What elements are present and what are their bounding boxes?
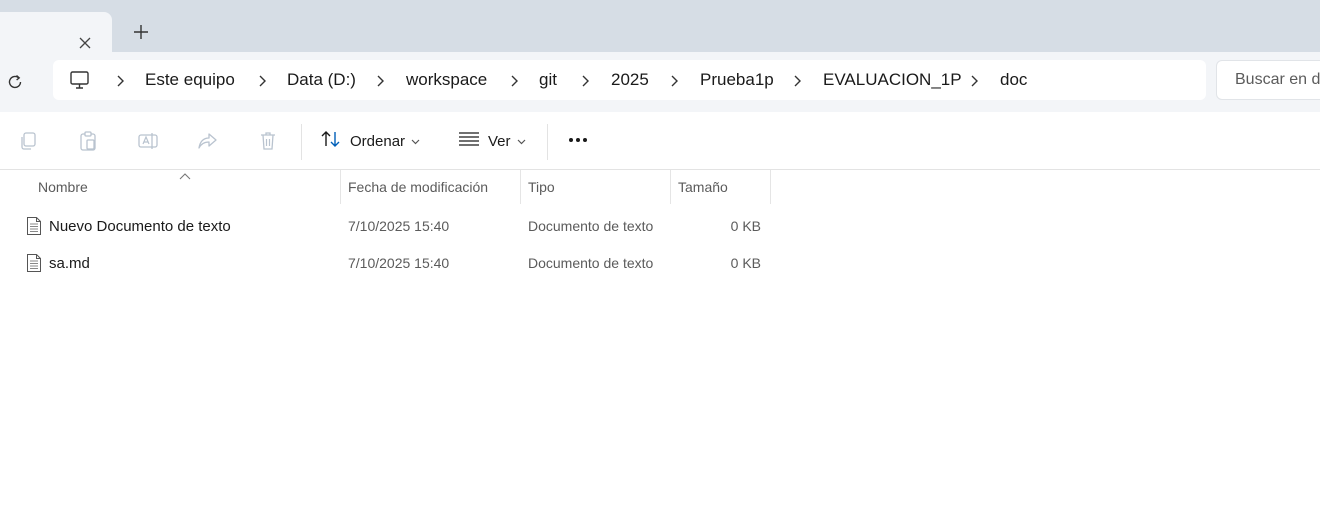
view-button[interactable]: Ver: [458, 128, 526, 154]
sort-button-label: Ordenar: [350, 132, 406, 150]
address-bar[interactable]: Este equipo Data (D:) workspace git 2025…: [53, 60, 1206, 100]
text-file-icon: [26, 216, 42, 236]
file-type: Documento de texto: [528, 255, 654, 271]
chevron-right-icon[interactable]: [969, 74, 979, 87]
chevron-right-icon[interactable]: [580, 74, 590, 87]
file-size: 0 KB: [730, 218, 761, 234]
chevron-right-icon[interactable]: [115, 74, 125, 87]
file-modified: 7/10/2025 15:40: [348, 255, 450, 271]
chevron-right-icon[interactable]: [375, 74, 385, 87]
chevron-right-icon[interactable]: [669, 74, 679, 87]
column-divider[interactable]: [340, 170, 341, 204]
column-header-size[interactable]: Tamaño: [678, 170, 728, 204]
rename-icon[interactable]: [137, 130, 159, 152]
plus-icon[interactable]: [130, 22, 152, 42]
breadcrumb-item[interactable]: git: [539, 70, 557, 90]
file-list-empty-area[interactable]: [0, 290, 1320, 513]
file-name[interactable]: Nuevo Documento de texto: [49, 208, 231, 245]
sort-ascending-icon: [179, 168, 191, 180]
file-name[interactable]: sa.md: [49, 245, 90, 282]
address-row: Este equipo Data (D:) workspace git 2025…: [0, 52, 1320, 112]
tab-active[interactable]: [0, 12, 112, 52]
breadcrumb-item[interactable]: Data (D:): [287, 70, 356, 90]
column-header-type[interactable]: Tipo: [528, 170, 555, 204]
chevron-down-icon: [411, 132, 420, 150]
column-divider[interactable]: [670, 170, 671, 204]
view-button-label: Ver: [488, 132, 511, 150]
file-type: Documento de texto: [528, 218, 654, 234]
tab-strip: [0, 0, 1320, 52]
breadcrumb-item-current[interactable]: doc: [1000, 70, 1027, 90]
breadcrumb-item[interactable]: workspace: [406, 70, 487, 90]
column-divider[interactable]: [770, 170, 771, 204]
column-header-name[interactable]: Nombre: [38, 170, 88, 204]
search-box[interactable]: [1216, 60, 1320, 100]
search-input[interactable]: [1217, 61, 1320, 99]
file-modified: 7/10/2025 15:40: [348, 218, 450, 234]
sort-button[interactable]: Ordenar: [320, 128, 420, 154]
column-header-modified[interactable]: Fecha de modificación: [348, 170, 488, 204]
file-size: 0 KB: [730, 255, 761, 271]
more-icon[interactable]: [566, 132, 590, 148]
breadcrumb-item[interactable]: EVALUACION_1P: [823, 70, 962, 90]
chevron-right-icon[interactable]: [257, 74, 267, 87]
close-icon[interactable]: [76, 34, 94, 52]
toolbar-divider: [547, 124, 548, 160]
refresh-icon[interactable]: [4, 72, 26, 92]
breadcrumb-item[interactable]: 2025: [611, 70, 649, 90]
file-row[interactable]: sa.md 7/10/2025 15:40 Documento de texto…: [18, 245, 778, 282]
sort-icon: [320, 129, 342, 154]
toolbar-divider: [301, 124, 302, 160]
command-bar: Ordenar Ver: [0, 112, 1320, 170]
column-header-bar: Nombre Fecha de modificación Tipo Tamaño: [0, 170, 1320, 204]
delete-icon[interactable]: [257, 130, 279, 152]
chevron-right-icon[interactable]: [792, 74, 802, 87]
chevron-down-icon: [517, 132, 526, 150]
computer-icon[interactable]: [69, 70, 91, 90]
paste-icon[interactable]: [77, 130, 99, 152]
breadcrumb-item[interactable]: Este equipo: [145, 70, 235, 90]
column-divider[interactable]: [520, 170, 521, 204]
chevron-right-icon[interactable]: [509, 74, 519, 87]
share-icon[interactable]: [197, 130, 219, 152]
text-file-icon: [26, 253, 42, 273]
file-row[interactable]: Nuevo Documento de texto 7/10/2025 15:40…: [18, 208, 778, 245]
copy-icon[interactable]: [17, 130, 39, 152]
view-list-icon: [458, 131, 480, 152]
breadcrumb-item[interactable]: Prueba1p: [700, 70, 774, 90]
